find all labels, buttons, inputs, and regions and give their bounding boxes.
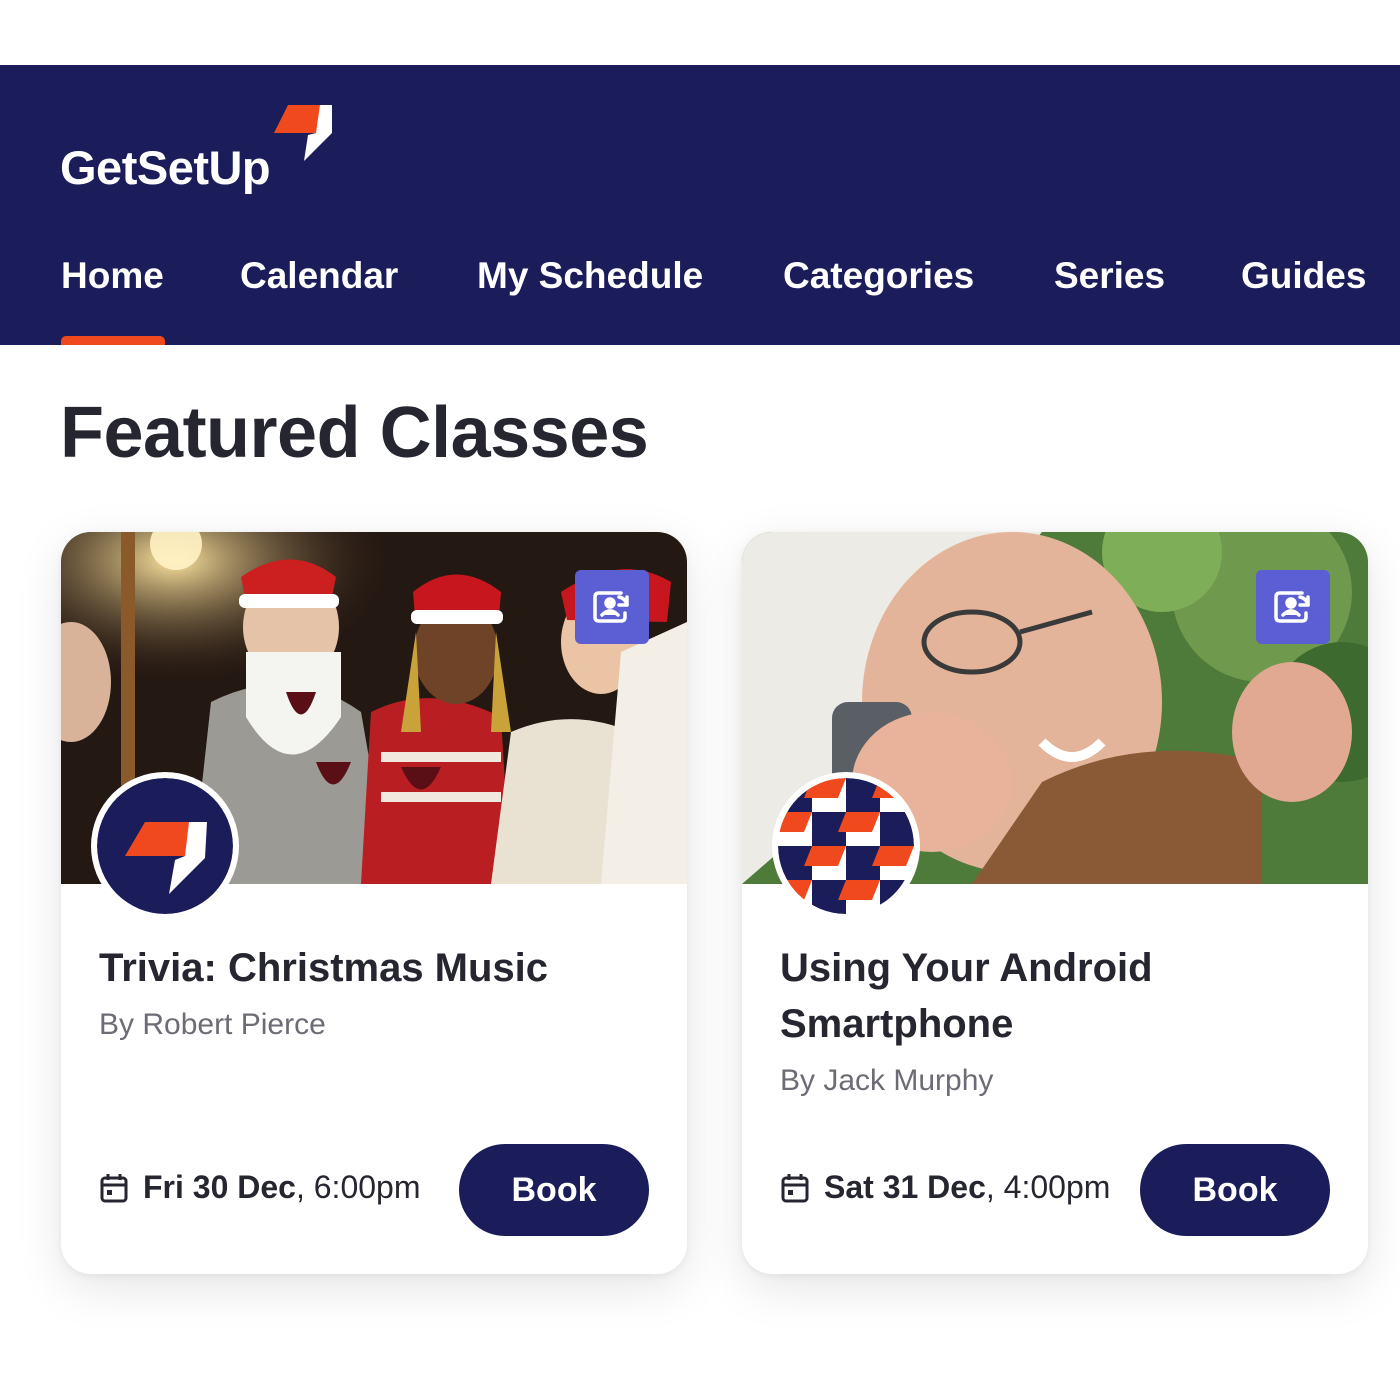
getsetup-logo-icon	[274, 105, 332, 161]
replay-icon[interactable]	[575, 570, 649, 644]
class-date-time: , 4:00pm	[985, 1169, 1111, 1205]
class-card[interactable]: Trivia: Christmas Music By Robert Pierce…	[61, 532, 687, 1274]
nav-item-calendar[interactable]: Calendar	[240, 255, 398, 297]
book-button[interactable]: Book	[1140, 1144, 1330, 1236]
getsetup-logo-icon	[97, 778, 233, 914]
active-tab-indicator	[61, 336, 165, 345]
class-title[interactable]: Using Your Android Smartphone	[780, 940, 1340, 1052]
avatar	[772, 772, 920, 920]
section-title: Featured Classes	[60, 393, 649, 473]
class-date: Fri 30 Dec, 6:00pm	[99, 1169, 420, 1206]
class-title[interactable]: Trivia: Christmas Music	[99, 940, 659, 996]
class-author: By Jack Murphy	[780, 1064, 994, 1097]
checker-pattern-icon	[778, 778, 914, 914]
nav-item-categories[interactable]: Categories	[783, 255, 974, 297]
nav-item-guides[interactable]: Guides	[1241, 255, 1366, 297]
nav-item-series[interactable]: Series	[1054, 255, 1165, 297]
class-author: By Robert Pierce	[99, 1008, 326, 1041]
class-date-time: , 6:00pm	[295, 1169, 421, 1205]
main-nav: Home Calendar My Schedule Categories Ser…	[0, 255, 1400, 305]
nav-item-home[interactable]: Home	[61, 255, 164, 297]
class-date-day: Sat 31 Dec	[824, 1169, 986, 1205]
book-button[interactable]: Book	[459, 1144, 649, 1236]
calendar-icon	[780, 1172, 810, 1204]
class-date-day: Fri 30 Dec	[143, 1169, 296, 1205]
avatar	[91, 772, 239, 920]
class-date: Sat 31 Dec, 4:00pm	[780, 1169, 1110, 1206]
nav-item-my-schedule[interactable]: My Schedule	[477, 255, 703, 297]
calendar-icon	[99, 1172, 129, 1204]
class-card[interactable]: Using Your Android Smartphone By Jack Mu…	[742, 532, 1368, 1274]
logo-text[interactable]: GetSetUp	[60, 140, 271, 195]
replay-icon[interactable]	[1256, 570, 1330, 644]
